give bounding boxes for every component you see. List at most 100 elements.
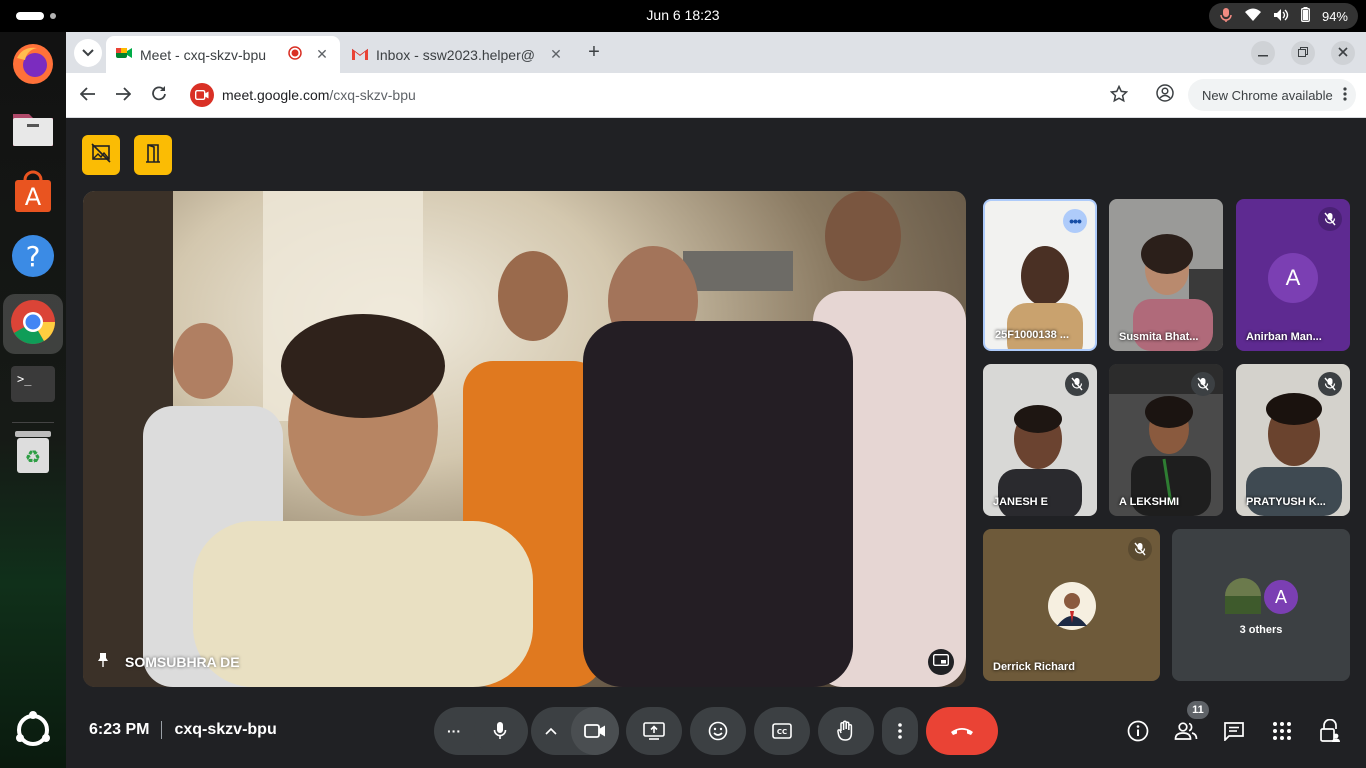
more-options-button[interactable] (882, 707, 918, 755)
visual-effects-indicator[interactable] (82, 135, 120, 175)
participant-tile[interactable]: A LEKSHMI (1109, 364, 1223, 516)
more-vert-icon (1343, 86, 1347, 104)
files-launcher[interactable] (9, 106, 57, 154)
ubuntu-logo-icon (13, 710, 53, 755)
participant-tile[interactable]: Derrick Richard (983, 529, 1160, 681)
host-controls-indicator[interactable] (134, 135, 172, 175)
closed-captions-icon: CC (772, 723, 792, 739)
people-button[interactable] (1172, 717, 1200, 745)
video-settings-button[interactable] (531, 722, 571, 740)
mic-off-indicator (1318, 207, 1342, 231)
chat-icon (1224, 722, 1244, 741)
mic-in-use-icon (1219, 7, 1233, 26)
picture-in-picture-icon (932, 653, 950, 671)
tab-title: Meet - cxq-skzv-bpu (140, 46, 267, 63)
gmail-icon (351, 47, 369, 63)
participant-avatar (1048, 582, 1096, 630)
audio-settings-button[interactable]: ··· (434, 723, 474, 739)
dock-separator (12, 422, 54, 423)
chrome-launcher[interactable] (3, 294, 63, 354)
tab-inbox[interactable]: Inbox - ssw2023.helper@ ✕ (342, 36, 574, 73)
activities-button[interactable] (1268, 717, 1296, 745)
show-apps-button[interactable] (9, 708, 57, 756)
trash-launcher[interactable]: ♻ (9, 430, 57, 478)
arrow-right-icon (115, 85, 132, 106)
mic-off-icon (1197, 377, 1209, 391)
meeting-time: 6:23 PM (89, 721, 150, 738)
help-launcher[interactable]: ? (9, 234, 57, 282)
close-window-button[interactable] (1331, 41, 1355, 65)
leave-call-button[interactable] (926, 707, 998, 755)
host-controls-button[interactable] (1316, 717, 1344, 745)
participant-avatar: A (1268, 253, 1318, 303)
tab-title: Inbox - ssw2023.helper@ (376, 46, 535, 63)
camera-recording-icon[interactable] (190, 83, 214, 107)
minimize-icon (1258, 46, 1268, 60)
wifi-icon (1244, 8, 1261, 25)
participant-tile[interactable]: PRATYUSH K... (1236, 364, 1350, 516)
chevron-down-icon (82, 44, 94, 62)
participant-tile[interactable]: ••• 25F1000138 ... (983, 199, 1097, 351)
google-meet-icon (116, 46, 132, 63)
back-button[interactable] (74, 81, 102, 109)
close-tab-icon[interactable]: ✕ (314, 46, 330, 63)
trash-icon: ♻ (13, 429, 53, 480)
tab-meet[interactable]: Meet - cxq-skzv-bpu ✕ (106, 36, 340, 73)
participant-tile[interactable]: JANESH E (983, 364, 1097, 516)
app-center-launcher[interactable]: A (9, 170, 57, 218)
mic-off-indicator (1191, 372, 1215, 396)
meet-stage: SOMSUBHRA DE ••• 25F1000138 ... Susmita … (66, 119, 1366, 768)
lock-person-icon (1320, 719, 1340, 742)
tab-search-button[interactable] (74, 39, 102, 67)
reactions-button[interactable] (690, 707, 746, 755)
microphone-button[interactable] (474, 707, 526, 755)
participant-name: 25F1000138 ... (995, 329, 1070, 341)
chrome-icon (10, 299, 56, 350)
others-tile[interactable]: A 3 others (1172, 529, 1350, 681)
participant-video (1133, 234, 1223, 351)
videocam-icon (584, 724, 605, 738)
present-button[interactable] (626, 707, 682, 755)
mic-off-icon (1324, 377, 1336, 391)
account-icon (1156, 83, 1174, 107)
bookmark-star-icon[interactable] (1109, 84, 1129, 106)
mic-off-icon (1071, 377, 1083, 391)
chat-button[interactable] (1220, 717, 1248, 745)
camera-button[interactable] (571, 707, 619, 755)
svg-text:A: A (25, 183, 42, 211)
pin-icon[interactable] (97, 652, 109, 671)
other-participant-avatar-letter: A (1262, 578, 1300, 616)
picture-in-picture-button[interactable] (928, 649, 954, 675)
terminal-launcher[interactable]: >_ (9, 362, 57, 410)
address-bar[interactable]: meet.google.com /cxq-skzv-bpu (186, 78, 1134, 112)
main-speaker-label: SOMSUBHRA DE (97, 652, 240, 671)
system-top-bar: Jun 6 18:23 94% (0, 0, 1366, 32)
system-tray[interactable]: 94% (1208, 3, 1358, 29)
battery-icon (1301, 7, 1310, 25)
main-video-tile[interactable]: SOMSUBHRA DE (83, 191, 966, 687)
svg-text:>_: >_ (17, 372, 32, 386)
participant-options-button[interactable]: ••• (1063, 209, 1087, 233)
captions-button[interactable]: CC (754, 707, 810, 755)
url-host: meet.google.com (222, 87, 330, 103)
tab-strip: Meet - cxq-skzv-bpu ✕ Inbox - ssw2023.he… (66, 32, 1366, 73)
forward-button[interactable] (109, 81, 137, 109)
camera-control-group (531, 707, 619, 755)
participant-tile[interactable]: A Anirban Man... (1236, 199, 1350, 351)
reload-button[interactable] (145, 81, 173, 109)
clock[interactable]: Jun 6 18:23 (0, 7, 1366, 23)
more-vert-icon (898, 723, 902, 739)
close-tab-icon[interactable]: ✕ (548, 46, 564, 63)
profile-button[interactable] (1151, 81, 1179, 109)
minimize-button[interactable] (1251, 41, 1275, 65)
update-chrome-button[interactable]: New Chrome available (1188, 79, 1356, 111)
present-screen-icon (643, 722, 665, 740)
participant-tile[interactable]: Susmita Bhat... (1109, 199, 1223, 351)
volume-icon (1273, 8, 1289, 25)
maximize-button[interactable] (1291, 41, 1315, 65)
meeting-info-button[interactable] (1124, 717, 1152, 745)
new-tab-button[interactable]: + (582, 41, 606, 65)
firefox-launcher[interactable] (9, 42, 57, 90)
raise-hand-button[interactable] (818, 707, 874, 755)
mic-off-indicator (1128, 537, 1152, 561)
